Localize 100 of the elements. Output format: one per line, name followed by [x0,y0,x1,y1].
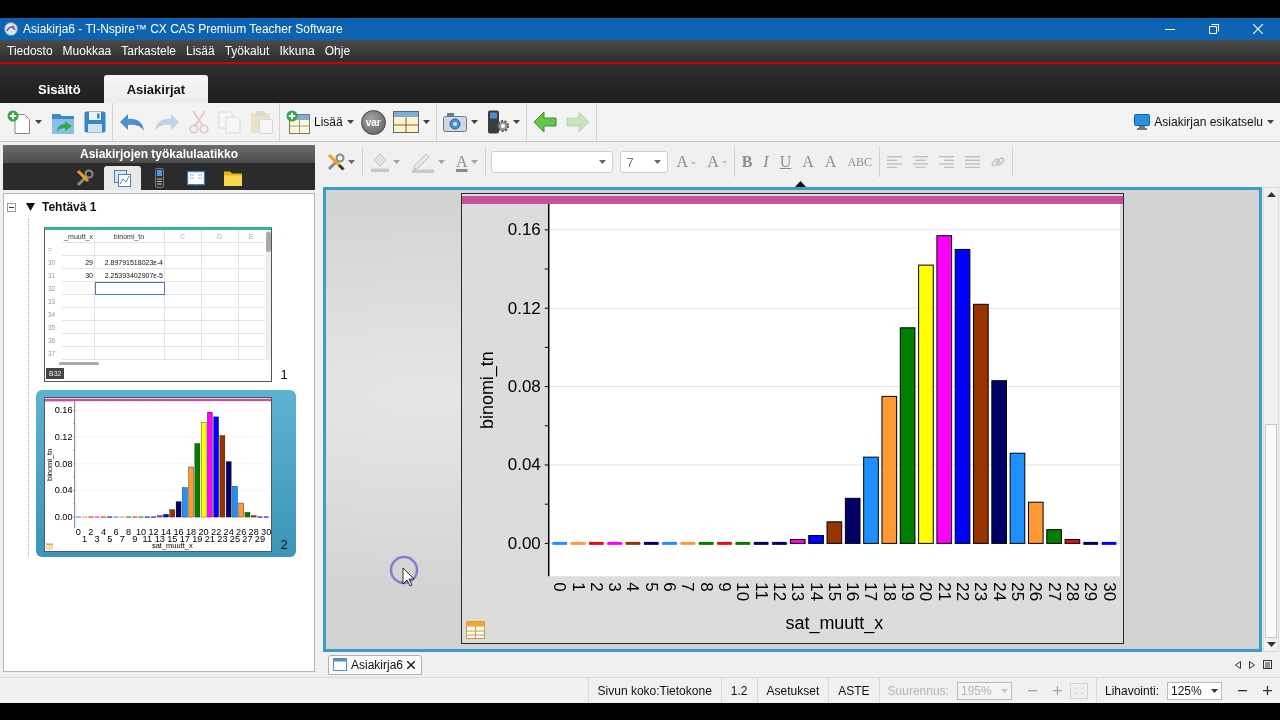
caret-icon [598,160,606,164]
x-tick-label: 29 [254,534,266,545]
font-size-dropdown[interactable]: 7 [619,151,668,173]
y-tick-label: 0.00 [507,533,541,553]
x-tick-label: 14 [806,582,826,602]
align-left-icon [887,155,903,169]
y-tick-label: 0.00 [54,512,73,523]
x-tick-label: 17 [861,582,881,602]
app-logo-icon [4,22,18,36]
document-preview-button[interactable]: Asiakirjan esikatselu [1132,106,1276,138]
x-tick-label: 15 [824,582,844,602]
x-tick-label: 8 [125,527,132,538]
plus-icon[interactable] [1263,686,1272,695]
y-tick-label: 0.12 [54,431,73,442]
document-icon [333,658,347,671]
menu-item[interactable]: Tarkastele [116,40,181,62]
document-tab[interactable]: Asiakirja6 [328,654,423,675]
redo-arrow-icon [154,112,180,132]
table-icon [46,543,53,550]
page-layout-icon [392,111,419,133]
tab[interactable]: Sisältö [15,75,104,103]
horizontal-scrollbar [59,362,99,365]
scroll-up-icon[interactable] [1266,192,1276,197]
caret-icon [348,160,355,164]
minimize-icon [1165,28,1175,30]
forward-arrow-icon [565,111,590,133]
caret-icon [1267,120,1274,124]
new-document-icon [7,110,31,134]
page-number: 2 [280,537,288,552]
x-tick-label: 11 [751,582,771,600]
y-tick-label: 0.12 [507,298,541,318]
menu-item[interactable]: Työkalut [219,40,275,62]
close-icon[interactable] [407,660,416,669]
menu-item[interactable]: Tiedosto [2,40,58,62]
x-tick-label: 28 [1062,582,1082,602]
page-sorter-icon [113,169,131,187]
up-triangle-icon [691,160,697,164]
x-tick-label: 20 [916,582,936,602]
x-tick-label: 29 [1081,582,1101,602]
caret-icon [438,160,445,164]
collapse-icon[interactable] [7,202,16,212]
caret-icon [512,120,520,124]
x-tick-label: 21 [934,582,954,602]
x-tick-label: 3 [605,582,625,592]
x-tick-label: 22 [953,582,973,602]
x-tick-label: 24 [989,582,1009,602]
x-tick-label: 18 [879,582,899,602]
caret-icon [1211,688,1218,693]
folder-icon [224,170,242,186]
toolbox-title: Asiakirjojen työkalulaatikko [3,145,315,163]
caret-icon [470,120,478,124]
x-tick-label: 23 [971,582,991,602]
previous-triangle-icon[interactable] [1235,660,1241,669]
x-tick-label: 7 [678,582,698,592]
x-tick-label: 30 [1099,582,1119,602]
vertical-scrollbar[interactable] [1263,187,1279,652]
x-tick-label: 2 [88,527,94,538]
scroll-thumb[interactable] [1265,424,1277,638]
undo-arrow-icon [119,112,145,132]
justify-icon [965,155,981,169]
problem-item[interactable]: Tehtävä 1 [42,200,97,214]
x-tick-label: 6 [660,582,680,592]
x-axis-title: sat_muutt_x [785,613,884,634]
align-right-icon [939,155,955,169]
x-tick-label: 9 [715,582,734,592]
menu-item[interactable]: Muokkaa [57,40,117,62]
insert-button[interactable]: Lisää [284,106,356,138]
down-triangle-icon [721,160,727,164]
x-tick-label: 21 [204,534,215,545]
x-tick-label: 4 [100,527,106,538]
scroll-down-icon[interactable] [1266,642,1276,647]
restore-icon [1209,24,1219,34]
x-tick-label: 16 [843,582,863,602]
chain-link-icon [991,155,1006,169]
next-triangle-icon[interactable] [1249,660,1255,669]
x-tick-label: 9 [132,534,138,545]
align-center-icon [913,155,929,169]
x-tick-label: 2 [586,582,606,592]
y-tick-label: 0.08 [54,458,73,469]
x-tick-label: 1 [568,582,588,592]
menu-item[interactable]: Ikkuna [274,40,320,62]
page-sorter-tab[interactable] [103,166,141,190]
x-tick-label: 8 [696,582,716,592]
copy-icon [218,110,241,134]
pen-icon [411,151,435,173]
x-tick-label: 13 [788,582,808,602]
menu-item[interactable]: Ohje [319,40,356,62]
x-tick-label: 10 [733,582,753,602]
list-icon[interactable] [1263,660,1272,669]
handheld-gear-icon [486,110,509,134]
collapse-arrow-icon[interactable] [794,181,806,187]
scissors-icon [189,110,209,134]
caret-icon [470,160,478,164]
paint-bucket-icon [370,152,390,172]
x-tick-label: 5 [107,534,113,545]
text-boldness-dropdown[interactable]: 125% [1167,681,1222,700]
menu-item[interactable]: Lisää [181,40,220,62]
caret-icon [393,160,400,164]
camera-icon [442,112,467,132]
tab[interactable]: Asiakirjat [103,75,209,103]
